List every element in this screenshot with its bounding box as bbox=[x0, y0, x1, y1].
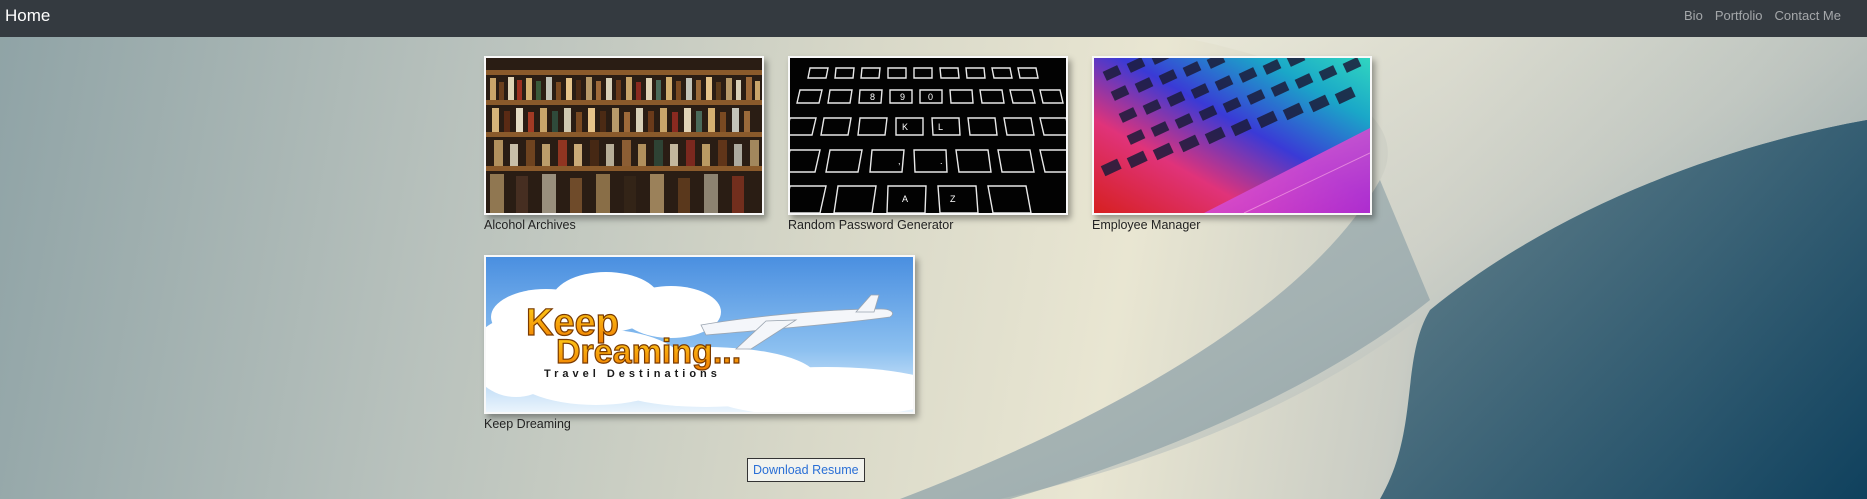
rainbow-laptop-keyboard-image[interactable] bbox=[1092, 56, 1372, 215]
nav-links: Bio Portfolio Contact Me bbox=[1678, 8, 1847, 23]
project-card-random-password-generator[interactable]: 8 9 0 K L,. A Z Random Password Generator bbox=[788, 56, 1068, 232]
logo-dreaming: Dreaming... bbox=[556, 333, 741, 371]
download-resume-button[interactable]: Download Resume bbox=[747, 458, 865, 482]
nav-link-portfolio[interactable]: Portfolio bbox=[1709, 8, 1769, 23]
svg-text:,: , bbox=[898, 156, 901, 166]
svg-text:8: 8 bbox=[870, 92, 875, 102]
project-title-keep-dreaming[interactable]: Keep Dreaming bbox=[484, 417, 915, 431]
svg-text:9: 9 bbox=[900, 92, 905, 102]
liquor-shelves-image[interactable] bbox=[484, 56, 764, 215]
nav-link-bio[interactable]: Bio bbox=[1678, 8, 1709, 23]
svg-text:.: . bbox=[940, 156, 943, 166]
svg-text:A: A bbox=[902, 194, 908, 204]
backlit-keyboard-image[interactable]: 8 9 0 K L,. A Z bbox=[788, 56, 1068, 215]
svg-text:L: L bbox=[938, 122, 943, 132]
project-title-random-password-generator[interactable]: Random Password Generator bbox=[788, 218, 1068, 232]
project-title-alcohol-archives[interactable]: Alcohol Archives bbox=[484, 218, 764, 232]
keep-dreaming-logo-image[interactable]: Keep Dreaming... Travel Destinations bbox=[484, 255, 915, 414]
nav-link-contact-me[interactable]: Contact Me bbox=[1769, 8, 1847, 23]
svg-text:K: K bbox=[902, 122, 908, 132]
project-card-keep-dreaming[interactable]: Keep Dreaming... Travel Destinations Kee… bbox=[484, 255, 915, 431]
project-title-employee-manager[interactable]: Employee Manager bbox=[1092, 218, 1372, 232]
home-link[interactable]: Home bbox=[5, 6, 50, 26]
project-card-alcohol-archives[interactable]: Alcohol Archives bbox=[484, 56, 764, 232]
svg-text:0: 0 bbox=[928, 92, 933, 102]
top-navbar: Home Bio Portfolio Contact Me bbox=[0, 0, 1867, 37]
project-card-employee-manager[interactable]: Employee Manager bbox=[1092, 56, 1372, 232]
logo-tagline: Travel Destinations bbox=[544, 368, 721, 380]
svg-text:Z: Z bbox=[950, 194, 956, 204]
